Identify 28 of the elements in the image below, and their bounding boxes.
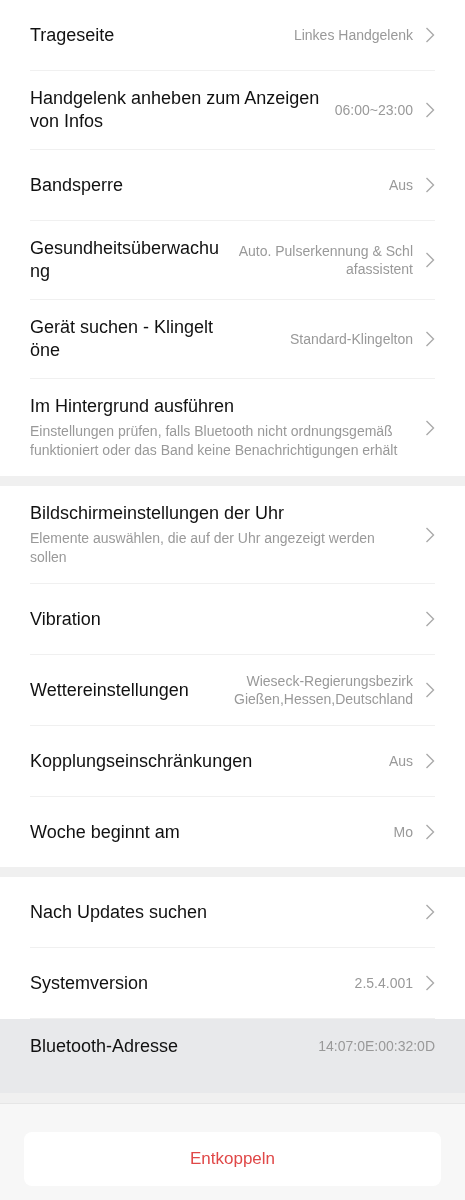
setting-title: Gerät suchen - Klingeltöne bbox=[30, 316, 215, 362]
setting-title: Bluetooth-Adresse bbox=[30, 1034, 180, 1058]
setting-value: Standard-Klingelton bbox=[290, 330, 413, 348]
setting-title: Gesundheitsüberwachung bbox=[30, 237, 220, 283]
setting-description: Elemente auswählen, die auf der Uhr angezeigt werden sollen bbox=[30, 529, 376, 567]
setting-value: 2.5.4.001 bbox=[354, 974, 413, 992]
setting-title: Wettereinstellungen bbox=[30, 678, 190, 702]
setting-value: Aus bbox=[388, 752, 413, 770]
setting-value: Aus bbox=[388, 176, 413, 194]
setting-title: Systemversion bbox=[30, 971, 150, 995]
setting-value: Mo bbox=[393, 823, 413, 841]
setting-title: Trageseite bbox=[30, 23, 116, 47]
setting-title: Woche beginnt am bbox=[30, 820, 181, 844]
unpair-button[interactable]: Entkoppeln bbox=[24, 1132, 441, 1186]
setting-description: Einstellungen prüfen, falls Bluetooth nicht ordnungsgemäß funktioniert oder das Band keine Benachrichtigungen erhält bbox=[30, 422, 399, 460]
setting-title: Nach Updates suchen bbox=[30, 900, 209, 924]
setting-title: Im Hintergrund ausführen bbox=[30, 395, 236, 418]
setting-title: Bandsperre bbox=[30, 173, 125, 197]
settings-row[interactable]: Bluetooth-Adresse 14:07:0E:00:32:0D bbox=[0, 1019, 465, 1093]
setting-value: Wieseck-Regierungsbezirk Gießen,Hessen,Deutschland bbox=[233, 672, 413, 708]
setting-title: Bildschirmeinstellungen der Uhr bbox=[30, 502, 286, 525]
setting-title: Kopplungseinschränkungen bbox=[30, 749, 254, 773]
setting-value: 06:00~23:00 bbox=[334, 101, 413, 119]
setting-value: Auto. Pulserkennung & Schlafassistent bbox=[237, 242, 413, 278]
setting-title: Vibration bbox=[30, 607, 102, 631]
setting-title: Handgelenk anheben zum Anzeigen von Infos bbox=[30, 87, 321, 133]
setting-value: Linkes Handgelenk bbox=[293, 26, 413, 44]
setting-value: 14:07:0E:00:32:0D bbox=[318, 1037, 435, 1055]
